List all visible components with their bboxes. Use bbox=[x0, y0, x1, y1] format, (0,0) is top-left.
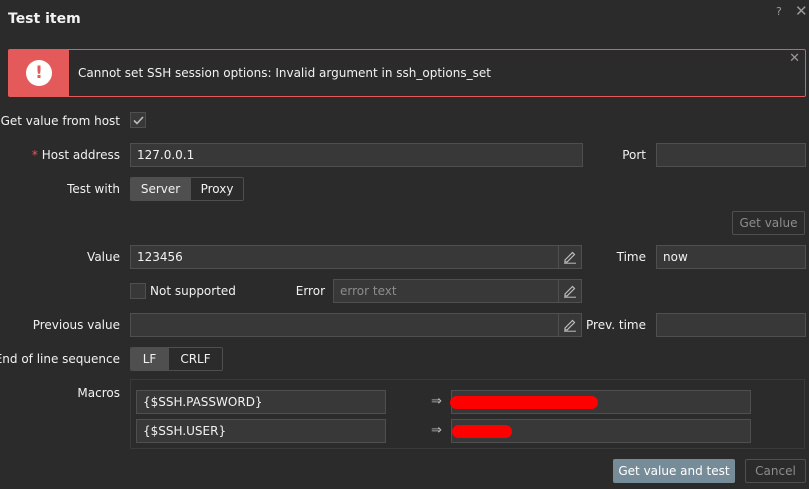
error-message-text: Cannot set SSH session options: Invalid … bbox=[78, 66, 491, 80]
host-address-value: 127.0.0.1 bbox=[137, 148, 195, 162]
not-supported-checkbox[interactable] bbox=[130, 283, 146, 299]
error-label: Error bbox=[295, 284, 325, 298]
cancel-button[interactable]: Cancel bbox=[745, 459, 806, 483]
prev-time-input[interactable] bbox=[656, 313, 806, 337]
redaction-mark bbox=[452, 425, 512, 438]
time-value: now bbox=[663, 250, 688, 264]
help-icon[interactable]: ? bbox=[776, 5, 782, 18]
pencil-icon bbox=[564, 319, 576, 332]
time-input[interactable]: now bbox=[656, 245, 806, 269]
host-address-input[interactable]: 127.0.0.1 bbox=[130, 143, 583, 167]
value-edit-button[interactable] bbox=[558, 245, 582, 269]
value-input-value: 123456 bbox=[137, 250, 183, 264]
pencil-icon bbox=[564, 285, 576, 298]
error-input[interactable]: error text bbox=[333, 279, 559, 303]
previous-value-input[interactable] bbox=[130, 313, 559, 337]
macro-value-input[interactable] bbox=[450, 390, 751, 414]
checkmark-icon bbox=[132, 115, 144, 125]
previous-value-edit-button[interactable] bbox=[558, 313, 582, 337]
port-label: Port bbox=[622, 148, 646, 162]
macro-name-input[interactable]: {$SSH.PASSWORD} bbox=[136, 390, 386, 414]
macro-name-input[interactable]: {$SSH.USER} bbox=[136, 419, 386, 443]
error-icon-box: ! bbox=[9, 50, 69, 96]
macro-value-input[interactable] bbox=[451, 419, 751, 443]
get-value-and-test-button[interactable]: Get value and test bbox=[613, 459, 735, 483]
test-with-segmented: Server Proxy bbox=[130, 177, 244, 201]
macros-label: Macros bbox=[77, 386, 120, 400]
test-with-proxy[interactable]: Proxy bbox=[190, 178, 243, 200]
get-value-button[interactable]: Get value bbox=[732, 211, 805, 235]
get-value-from-host-checkbox[interactable] bbox=[130, 112, 146, 128]
value-input[interactable]: 123456 bbox=[130, 245, 559, 269]
eol-lf[interactable]: LF bbox=[131, 348, 168, 370]
required-mark: * bbox=[31, 148, 38, 162]
macro-name-value: {$SSH.PASSWORD} bbox=[143, 395, 263, 409]
eol-label: End of line sequence bbox=[0, 352, 120, 366]
message-close-icon[interactable]: ✕ bbox=[789, 51, 800, 66]
time-label: Time bbox=[616, 250, 646, 264]
test-with-server[interactable]: Server bbox=[131, 178, 190, 200]
arrow-icon: ⇒ bbox=[431, 423, 442, 438]
close-icon[interactable]: ✕ bbox=[795, 2, 808, 20]
error-placeholder: error text bbox=[340, 284, 397, 298]
arrow-icon: ⇒ bbox=[431, 394, 442, 409]
eol-crlf[interactable]: CRLF bbox=[168, 348, 222, 370]
value-label: Value bbox=[87, 250, 120, 264]
error-message: ! Cannot set SSH session options: Invali… bbox=[8, 49, 806, 97]
not-supported-label: Not supported bbox=[150, 284, 236, 298]
port-input[interactable] bbox=[656, 143, 806, 167]
pencil-icon bbox=[564, 251, 576, 264]
host-address-label-text: Host address bbox=[41, 148, 120, 162]
previous-value-label: Previous value bbox=[32, 318, 120, 332]
eol-segmented: LF CRLF bbox=[130, 347, 223, 371]
prev-time-label: Prev. time bbox=[586, 318, 646, 332]
macro-name-value: {$SSH.USER} bbox=[143, 424, 227, 438]
dialog-title: Test item bbox=[8, 11, 81, 27]
exclamation-icon: ! bbox=[26, 60, 52, 86]
get-value-from-host-label: Get value from host bbox=[0, 114, 120, 128]
redaction-mark bbox=[450, 396, 598, 409]
test-with-label: Test with bbox=[67, 182, 120, 196]
error-edit-button[interactable] bbox=[558, 279, 582, 303]
host-address-label: * Host address bbox=[32, 148, 120, 162]
